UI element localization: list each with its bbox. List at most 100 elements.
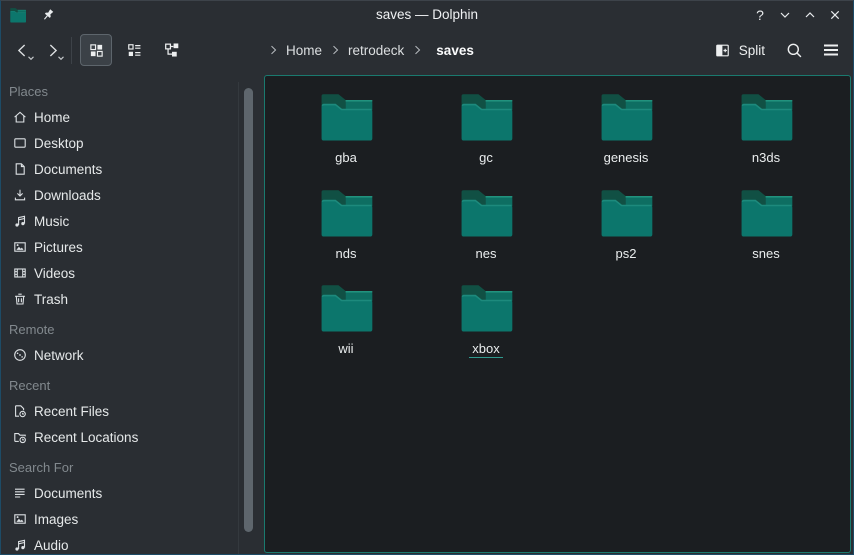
breadcrumb-item-retrodeck[interactable]: retrodeck <box>343 41 409 60</box>
hamburger-menu-icon <box>821 40 841 60</box>
breadcrumb-chevron-icon[interactable] <box>409 44 425 56</box>
sidebar-item-network[interactable]: Network <box>1 342 264 368</box>
search-button[interactable] <box>785 41 804 60</box>
help-button[interactable]: ? <box>751 6 769 24</box>
recent-folder-icon <box>12 429 28 445</box>
sidebar-item-videos[interactable]: Videos <box>1 260 264 286</box>
sidebar-item-label: Network <box>34 348 84 363</box>
help-icon: ? <box>756 7 764 23</box>
folder-name: gc <box>476 150 496 167</box>
folder-item-nds[interactable]: nds <box>276 186 416 282</box>
split-button[interactable]: Split <box>714 42 765 59</box>
folder-icon <box>318 281 375 334</box>
toolbar-separator <box>71 37 72 64</box>
app-folder-icon <box>9 7 27 23</box>
home-icon <box>12 109 28 125</box>
sidebar-item-pictures[interactable]: Pictures <box>1 234 264 260</box>
close-icon <box>827 7 843 23</box>
recent-file-icon <box>12 403 28 419</box>
breadcrumb-chevron-icon[interactable] <box>327 44 343 56</box>
toolbar-right: Split <box>714 40 841 60</box>
folder-item-wii[interactable]: wii <box>276 281 416 377</box>
chevron-up-icon <box>802 7 818 23</box>
sidebar-item-documents[interactable]: Documents <box>1 156 264 182</box>
sidebar-item-label: Music <box>34 214 69 229</box>
sidebar-item-recent-files[interactable]: Recent Files <box>1 398 264 424</box>
folder-item-n3ds[interactable]: n3ds <box>696 90 836 186</box>
forward-button[interactable] <box>37 35 67 65</box>
tree-view-button[interactable] <box>156 34 188 66</box>
folder-name: n3ds <box>749 150 783 167</box>
music-note-icon <box>12 537 28 553</box>
sidebar-item-trash[interactable]: Trash <box>1 286 264 312</box>
folder-icon <box>598 186 655 239</box>
breadcrumb-item-home[interactable]: Home <box>281 41 327 60</box>
sidebar-item-label: Recent Files <box>34 404 109 419</box>
folder-item-genesis[interactable]: genesis <box>556 90 696 186</box>
network-icon <box>12 347 28 363</box>
sidebar-item-search-images[interactable]: Images <box>1 506 264 532</box>
folder-icon <box>458 186 515 239</box>
trash-icon <box>12 291 28 307</box>
sidebar-item-downloads[interactable]: Downloads <box>1 182 264 208</box>
sidebar-item-desktop[interactable]: Desktop <box>1 130 264 156</box>
folder-item-ps2[interactable]: ps2 <box>556 186 696 282</box>
sidebar-item-label: Desktop <box>34 136 84 151</box>
sidebar-item-label: Downloads <box>34 188 101 203</box>
compact-view-button[interactable] <box>118 34 150 66</box>
sidebar-item-search-audio[interactable]: Audio <box>1 532 264 555</box>
folder-name: xbox <box>469 341 502 358</box>
folder-icon <box>598 90 655 143</box>
folder-item-snes[interactable]: snes <box>696 186 836 282</box>
section-title-places: Places <box>1 78 264 104</box>
sidebar-item-music[interactable]: Music <box>1 208 264 234</box>
folder-icon <box>738 186 795 239</box>
desktop-icon <box>12 135 28 151</box>
folder-item-gc[interactable]: gc <box>416 90 556 186</box>
menu-button[interactable] <box>821 40 841 60</box>
download-icon <box>12 187 28 203</box>
folder-name: nds <box>333 246 360 263</box>
folder-item-nes[interactable]: nes <box>416 186 556 282</box>
icons-view-button[interactable] <box>80 34 112 66</box>
folder-item-xbox[interactable]: xbox <box>416 281 556 377</box>
sidebar-item-label: Images <box>34 512 78 527</box>
maximize-button[interactable] <box>801 6 819 24</box>
sidebar-item-label: Videos <box>34 266 75 281</box>
breadcrumb: Home retrodeck saves <box>265 41 479 60</box>
sidebar-scrollbar-thumb[interactable] <box>244 88 253 532</box>
pin-icon[interactable] <box>40 7 56 23</box>
folder-grid: gba gc genesis n3ds nds <box>265 76 850 377</box>
folder-item-gba[interactable]: gba <box>276 90 416 186</box>
minimize-button[interactable] <box>776 6 794 24</box>
document-icon <box>12 161 28 177</box>
sidebar-item-label: Documents <box>34 486 102 501</box>
folder-icon <box>458 90 515 143</box>
close-button[interactable] <box>826 6 844 24</box>
film-icon <box>12 265 28 281</box>
folder-view[interactable]: gba gc genesis n3ds nds <box>264 75 851 553</box>
tree-view-icon <box>163 41 181 59</box>
window-title: saves — Dolphin <box>1 7 853 22</box>
back-button[interactable] <box>7 35 37 65</box>
compact-view-icon <box>126 42 143 59</box>
main-area: Places Home Desktop Documents Downloads … <box>1 72 853 554</box>
music-note-icon <box>12 213 28 229</box>
sidebar-item-recent-locations[interactable]: Recent Locations <box>1 424 264 450</box>
window-controls: ? <box>751 6 853 24</box>
sidebar-item-home[interactable]: Home <box>1 104 264 130</box>
breadcrumb-item-saves[interactable]: saves <box>431 41 479 60</box>
sidebar-item-search-documents[interactable]: Documents <box>1 480 264 506</box>
section-title-remote: Remote <box>1 316 264 342</box>
folder-name: snes <box>749 246 782 263</box>
toolbar: Home retrodeck saves Split <box>1 28 853 72</box>
split-view-icon <box>714 42 731 59</box>
titlebar[interactable]: saves — Dolphin ? <box>1 1 853 28</box>
sidebar-item-label: Documents <box>34 162 102 177</box>
image-icon <box>12 511 28 527</box>
folder-name: nes <box>473 246 500 263</box>
folder-icon <box>458 281 515 334</box>
folder-icon <box>738 90 795 143</box>
breadcrumb-chevron-icon[interactable] <box>265 44 281 56</box>
split-button-label: Split <box>739 43 765 58</box>
